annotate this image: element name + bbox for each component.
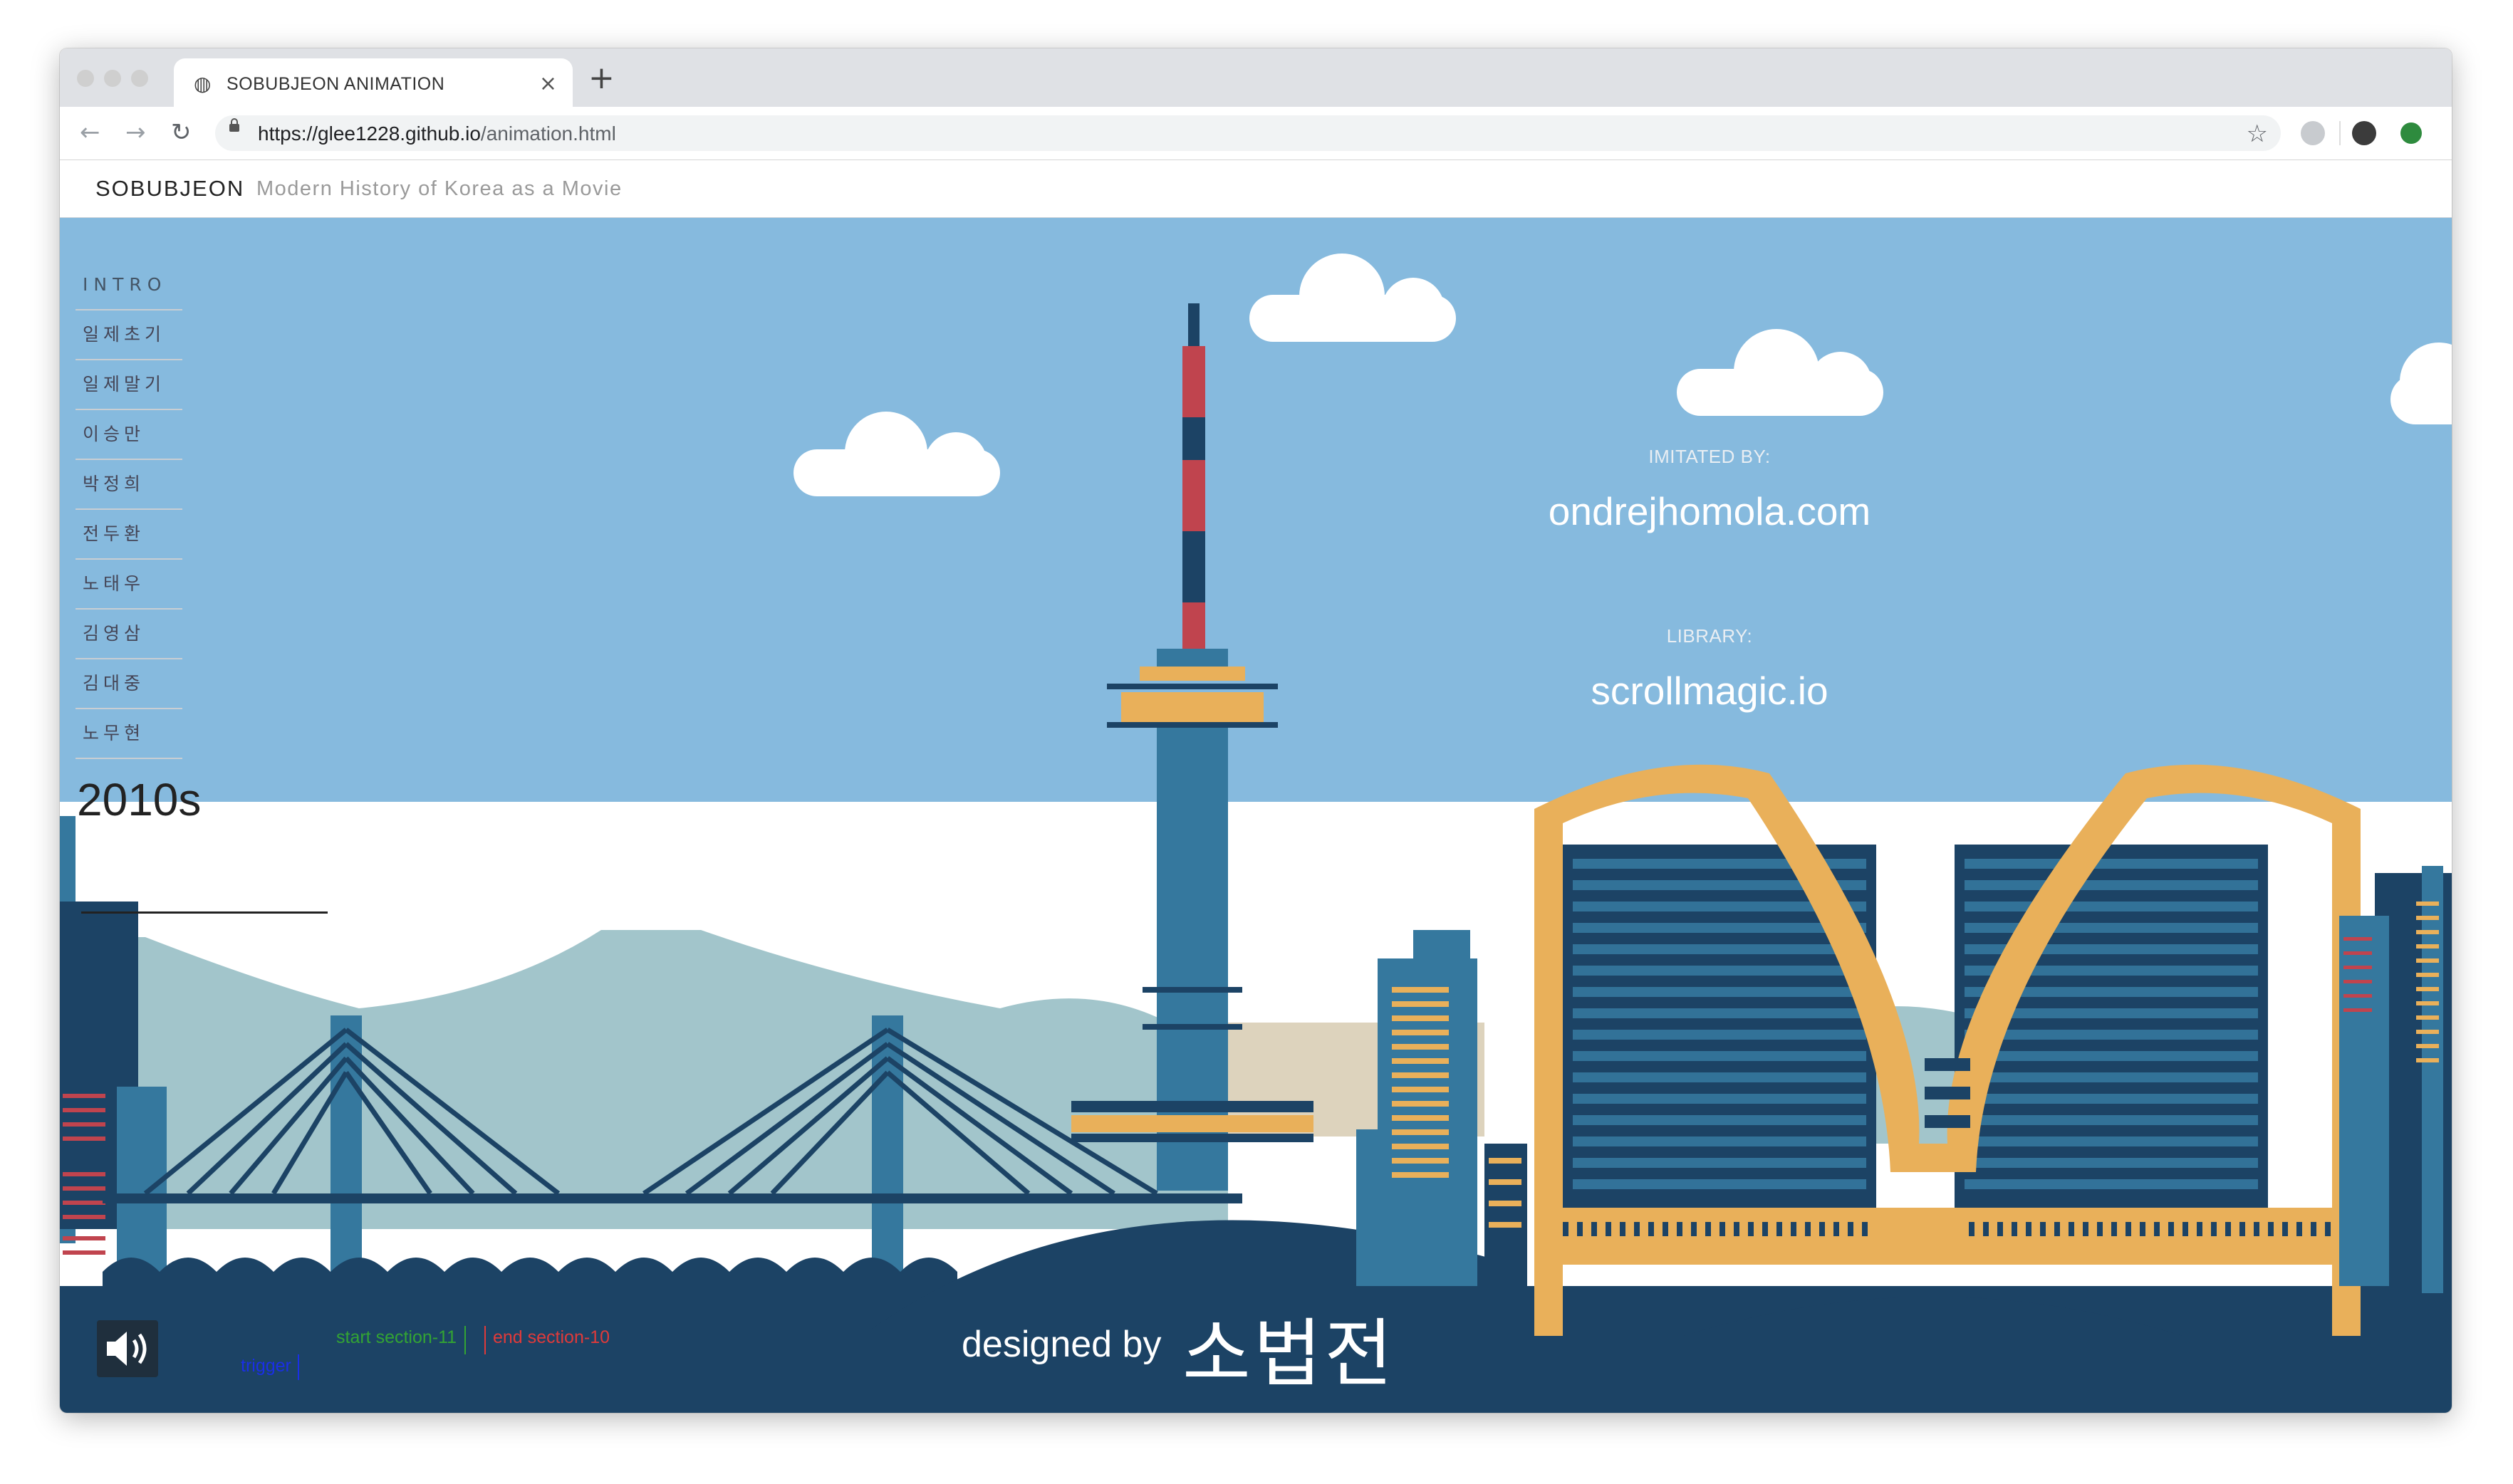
- imitated-by-label: IMITATED BY:: [1648, 446, 1771, 467]
- building-left-2: [117, 1087, 167, 1286]
- era-title: 2010s: [77, 774, 202, 825]
- close-tab-icon[interactable]: ×: [539, 71, 557, 96]
- section-menu: INTRO 일제초기 일제말기 이승만 박정희 전두환 노태우 김영삼 김대중 …: [76, 261, 182, 759]
- debug-start-line: [464, 1326, 466, 1354]
- cityscape-illustration: [60, 218, 2452, 1413]
- debug-end-line: [484, 1326, 486, 1354]
- menu-item-kim-young-sam[interactable]: 김영삼: [76, 610, 182, 659]
- menu-item-roh-moo-hyun[interactable]: 노무현: [76, 709, 182, 759]
- browser-tab[interactable]: ◍ SOBUBJEON ANIMATION ×: [174, 58, 573, 107]
- profile-avatar[interactable]: [2352, 121, 2376, 145]
- menu-item-kim-dae-jung[interactable]: 김대중: [76, 659, 182, 709]
- back-button[interactable]: ←: [80, 118, 100, 147]
- menu-item-early-colonial[interactable]: 일제초기: [76, 310, 182, 360]
- library-label: LIBRARY:: [1666, 625, 1753, 647]
- browser-toolbar: ← → ↻ https://glee1228.github.io/animati…: [60, 107, 2452, 160]
- address-bar[interactable]: https://glee1228.github.io/animation.htm…: [215, 115, 2281, 151]
- debug-end-indicator: end section-10: [493, 1327, 610, 1347]
- menu-item-park-chung-hee[interactable]: 박정희: [76, 460, 182, 510]
- imitated-by-link[interactable]: ondrejhomola.com: [1425, 488, 1994, 534]
- translate-extension-icon[interactable]: [2301, 121, 2325, 145]
- tab-title: SOBUBJEON ANIMATION: [227, 74, 445, 94]
- url-path: /animation.html: [480, 122, 616, 145]
- toolbar-divider: [2339, 121, 2341, 145]
- globe-icon: ◍: [194, 72, 212, 95]
- menu-item-late-colonial[interactable]: 일제말기: [76, 360, 182, 410]
- browser-window: ◍ SOBUBJEON ANIMATION × + ← → ↻ https://…: [60, 48, 2452, 1413]
- url-host: https://glee1228.github.io: [258, 122, 481, 145]
- zoom-window-dot[interactable]: [131, 70, 148, 87]
- menu-item-intro[interactable]: INTRO: [76, 261, 182, 310]
- designer-name: 소법전: [1182, 1310, 1396, 1397]
- menu-item-syngman-rhee[interactable]: 이승만: [76, 410, 182, 460]
- animation-scene: INTRO 일제초기 일제말기 이승만 박정희 전두환 노태우 김영삼 김대중 …: [60, 218, 2452, 1413]
- bookmark-star-icon[interactable]: ☆: [2247, 120, 2268, 148]
- sound-toggle-button[interactable]: [97, 1320, 158, 1377]
- site-header: SOBUBJEON Modern History of Korea as a M…: [60, 160, 2452, 219]
- speaker-icon: [107, 1332, 147, 1366]
- debug-trigger-line: [298, 1354, 299, 1380]
- update-icon[interactable]: [2400, 122, 2422, 144]
- site-brand[interactable]: SOBUBJEON: [95, 176, 244, 202]
- debug-trigger-indicator: trigger: [241, 1356, 291, 1376]
- library-link[interactable]: scrollmagic.io: [1425, 668, 1994, 714]
- reload-button[interactable]: ↻: [171, 118, 192, 147]
- site-tagline: Modern History of Korea as a Movie: [256, 177, 623, 200]
- new-tab-button[interactable]: +: [588, 60, 615, 96]
- lock-icon: [229, 118, 239, 132]
- tab-strip: ◍ SOBUBJEON ANIMATION × +: [60, 48, 2452, 107]
- minimize-window-dot[interactable]: [104, 70, 121, 87]
- menu-item-roh-tae-woo[interactable]: 노태우: [76, 560, 182, 610]
- forward-button[interactable]: →: [125, 118, 146, 147]
- menu-item-chun-doo-hwan[interactable]: 전두환: [76, 510, 182, 560]
- close-window-dot[interactable]: [77, 70, 94, 87]
- designed-by-label: designed by: [962, 1324, 1162, 1365]
- era-underline: [81, 911, 328, 914]
- url-text[interactable]: https://glee1228.github.io/animation.htm…: [258, 122, 616, 145]
- debug-start-indicator: start section-11: [336, 1327, 457, 1347]
- buildings-right: [2339, 866, 2452, 1300]
